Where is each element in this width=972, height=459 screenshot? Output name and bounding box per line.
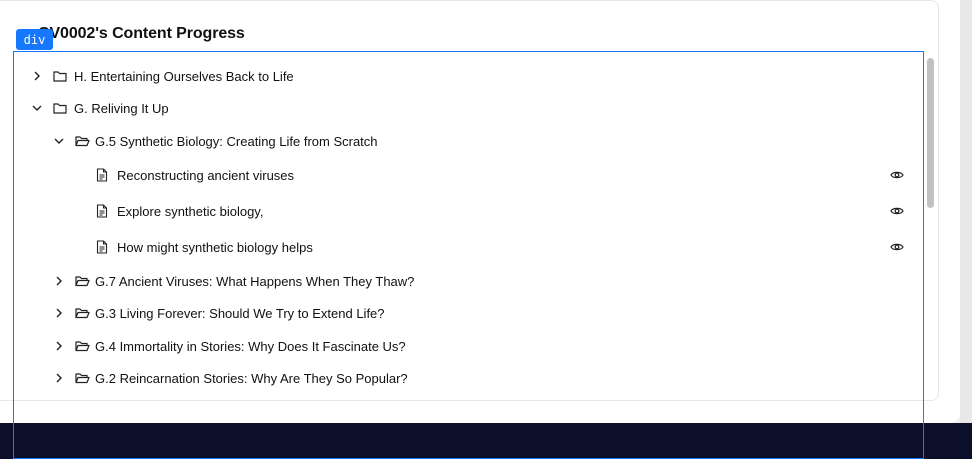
tree-item-label: Explore synthetic biology, [117, 203, 264, 219]
eye-icon[interactable] [890, 241, 906, 253]
chevron-right-icon[interactable] [30, 69, 44, 83]
chevron-right-icon[interactable] [52, 339, 66, 353]
tree-item-label: G.7 Ancient Viruses: What Happens When T… [95, 273, 415, 289]
page-background-footer [0, 423, 972, 459]
document-icon [95, 203, 109, 219]
eye-icon[interactable] [890, 169, 906, 181]
tree-row-g3[interactable]: G.3 Living Forever: Should We Try to Ext… [14, 300, 923, 326]
folder-open-icon [74, 371, 90, 385]
tree-item-label: H. Entertaining Ourselves Back to Life [74, 68, 294, 84]
tree-row-doc[interactable]: Reconstructing ancient viruses [14, 162, 923, 188]
document-icon [95, 239, 109, 255]
document-icon [95, 167, 109, 183]
tree-row-g5[interactable]: G.5 Synthetic Biology: Creating Life fro… [14, 128, 923, 154]
tree-item-label: G.2 Reincarnation Stories: Why Are They … [95, 370, 408, 386]
folder-icon [52, 69, 68, 83]
chevron-down-icon[interactable] [52, 134, 66, 148]
tree-item-label: G.3 Living Forever: Should We Try to Ext… [95, 305, 385, 321]
tree-row-doc[interactable]: Explore synthetic biology, [14, 198, 923, 224]
tree-item-label: How might synthetic biology helps [117, 239, 313, 255]
content-tree[interactable]: H. Entertaining Ourselves Back to Life G… [14, 52, 923, 399]
chevron-right-icon[interactable] [52, 371, 66, 385]
content-progress-modal: CV0002's Content Progress H. Entertainin… [0, 0, 960, 423]
chevron-right-icon[interactable] [52, 274, 66, 288]
devtools-element-tag: div [16, 29, 53, 50]
tree-row-h[interactable]: H. Entertaining Ourselves Back to Life [14, 63, 923, 89]
scrollbar[interactable] [924, 56, 936, 399]
tree-item-label: G.5 Synthetic Biology: Creating Life fro… [95, 133, 378, 149]
folder-open-icon [74, 274, 90, 288]
eye-icon[interactable] [890, 205, 906, 217]
scrollbar-thumb[interactable] [927, 58, 934, 208]
tree-item-label: G.4 Immortality in Stories: Why Does It … [95, 338, 406, 354]
page-background-edge [960, 0, 972, 423]
chevron-down-icon[interactable] [30, 101, 44, 115]
tree-item-label: Reconstructing ancient viruses [117, 167, 295, 183]
folder-open-icon [74, 306, 90, 320]
tree-row-g[interactable]: G. Reliving It Up [14, 95, 923, 121]
page-title: CV0002's Content Progress [38, 25, 245, 42]
tree-row-g4[interactable]: G.4 Immortality in Stories: Why Does It … [14, 333, 923, 359]
tree-row-g2[interactable]: G.2 Reincarnation Stories: Why Are They … [14, 365, 923, 391]
chevron-right-icon[interactable] [52, 306, 66, 320]
folder-icon [52, 101, 68, 115]
tree-row-g7[interactable]: G.7 Ancient Viruses: What Happens When T… [14, 268, 923, 294]
folder-open-icon [74, 339, 90, 353]
tree-item-label: G. Reliving It Up [74, 100, 169, 116]
tree-row-doc[interactable]: How might synthetic biology helps [14, 234, 923, 260]
folder-open-icon [74, 134, 90, 148]
